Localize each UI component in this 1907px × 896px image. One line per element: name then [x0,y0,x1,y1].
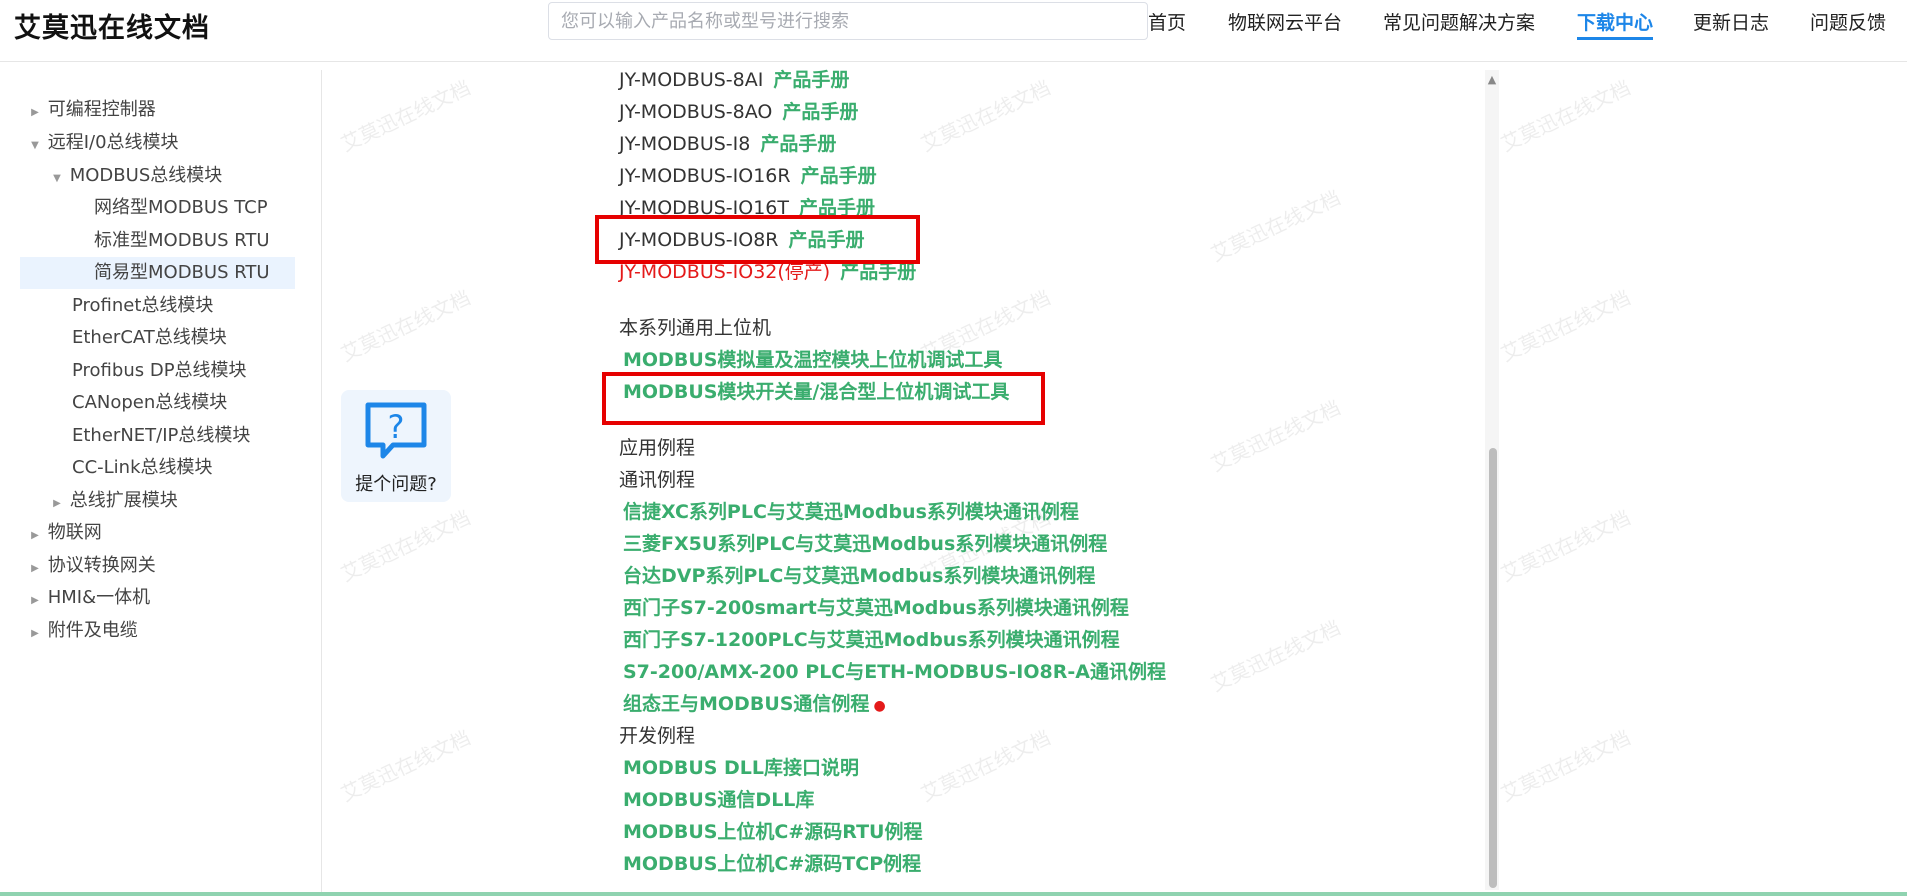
dev-example-link[interactable]: MODBUS DLL库接口说明 [623,754,859,782]
nav-changelog[interactable]: 更新日志 [1693,8,1769,35]
sidebar-item-label: 网络型MODBUS TCP [94,197,268,218]
watermark: 艾莫迅在线文档 [1497,285,1635,367]
scrollbar-thumb[interactable] [1489,448,1497,888]
manual-link[interactable]: 产品手册 [782,101,858,123]
model-name: JY-MODBUS-8AO [619,101,773,123]
manual-link[interactable]: 产品手册 [801,165,877,187]
highlight-box-host-tool [602,372,1045,425]
sidebar-item-label: 简易型MODBUS RTU [94,262,270,283]
sidebar-item-iot[interactable]: ▶ 物联网 [0,517,102,549]
caret-down-icon: ▼ [31,140,39,151]
manual-link[interactable]: 产品手册 [773,69,849,91]
nav-feedback[interactable]: 问题反馈 [1810,8,1886,35]
sidebar-item-label: EtherNET/IP总线模块 [72,425,251,446]
model-name: JY-MODBUS-I8 [619,133,751,155]
sidebar-item-label: Profinet总线模块 [72,295,214,316]
comm-example-link[interactable]: 三菱FX5U系列PLC与艾莫迅Modbus系列模块通讯例程 [623,530,1107,558]
sidebar-item-label: 物联网 [47,522,102,543]
sidebar-item-plc[interactable]: ▶ 可编程控制器 [0,94,156,126]
sidebar-item-label: 总线扩展模块 [69,490,178,511]
sidebar-item-label: 可编程控制器 [47,99,156,120]
sidebar-item-ethernet-ip[interactable]: EtherNET/IP总线模块 [0,420,250,452]
nav-iot-cloud[interactable]: 物联网云平台 [1228,8,1342,35]
sidebar-item-accessories[interactable]: ▶ 附件及电缆 [0,615,138,647]
main-content: JY-MODBUS-8AI 产品手册 JY-MODBUS-8AO 产品手册 JY-M… [322,62,1492,896]
search-input[interactable] [548,2,1148,40]
section-heading-dev: 开发例程 [619,725,696,747]
model-name: JY-MODBUS-8AI [619,69,764,91]
sidebar-item-label: CC-Link总线模块 [72,457,213,478]
model-name: JY-MODBUS-IO16R [619,165,791,187]
sidebar-item-profibus-dp[interactable]: Profibus DP总线模块 [0,355,247,387]
caret-right-icon: ▶ [31,107,39,118]
nav-faq-solutions[interactable]: 常见问题解决方案 [1383,8,1535,35]
watermark: 艾莫迅在线文档 [1497,725,1635,807]
scroll-up-arrow-icon[interactable]: ▲ [1485,74,1499,86]
section-heading-comm: 通讯例程 [619,469,696,491]
content-scrollbar[interactable]: ▲ [1485,70,1499,890]
sidebar-item-modbus-tcp[interactable]: 网络型MODBUS TCP [0,192,268,224]
caret-right-icon: ▶ [31,595,39,606]
caret-down-icon: ▼ [53,173,61,184]
sidebar-item-label: 远程I/0总线模块 [47,132,179,153]
nav-home[interactable]: 首页 [1148,8,1186,35]
model-row: JY-MODBUS-8AO 产品手册 [619,98,858,126]
sidebar-item-label: 附件及电缆 [47,620,138,641]
sidebar-item-remote-io[interactable]: ▼ 远程I/0总线模块 [0,127,179,159]
section-heading-app: 应用例程 [619,437,696,459]
model-row: JY-MODBUS-IO16R 产品手册 [619,162,877,190]
comm-example-row: 组态王与MODBUS通信例程 ● [623,690,886,720]
section-heading-host: 本系列通用上位机 [619,317,772,339]
sidebar-item-canopen[interactable]: CANopen总线模块 [0,387,227,419]
red-dot-icon: ● [873,698,886,714]
sidebar-item-label: HMI&一体机 [47,587,151,608]
caret-right-icon: ▶ [53,498,61,509]
sidebar-item-label: 协议转换网关 [47,555,156,576]
comm-example-link[interactable]: S7-200/AMX-200 PLC与ETH-MODBUS-IO8R-A通讯例程 [623,658,1166,686]
caret-right-icon: ▶ [31,530,39,541]
sidebar-item-bus-expansion[interactable]: ▶ 总线扩展模块 [0,485,178,517]
sidebar-item-profinet[interactable]: Profinet总线模块 [0,290,213,322]
watermark: 艾莫迅在线文档 [1497,505,1635,587]
model-name-discontinued: JY-MODBUS-IO32(停产) [619,261,831,283]
dev-example-link[interactable]: MODBUS上位机C#源码RTU例程 [623,818,922,846]
dev-example-link[interactable]: MODBUS通信DLL库 [623,786,814,814]
sidebar-item-modbus[interactable]: ▼ MODBUS总线模块 [0,160,222,192]
sidebar-tree: ▶ 可编程控制器 ▼ 远程I/0总线模块 ▼ MODBUS总线模块 网络型MOD… [0,70,322,896]
sidebar-item-label: CANopen总线模块 [72,392,228,413]
sidebar-item-modbus-rtu-standard[interactable]: 标准型MODBUS RTU [0,225,270,257]
sidebar-item-ethercat[interactable]: EtherCAT总线模块 [0,322,227,354]
manual-link[interactable]: 产品手册 [760,133,836,155]
sidebar-item-label: MODBUS总线模块 [69,165,223,186]
caret-right-icon: ▶ [31,628,39,639]
model-row: JY-MODBUS-I8 产品手册 [619,130,836,158]
bottom-border [0,892,1907,896]
sidebar-item-hmi[interactable]: ▶ HMI&一体机 [0,582,150,614]
comm-example-link[interactable]: 信捷XC系列PLC与艾莫迅Modbus系列模块通讯例程 [623,498,1079,526]
comm-example-link[interactable]: 西门子S7-200smart与艾莫迅Modbus系列模块通讯例程 [623,594,1129,622]
comm-example-link[interactable]: 组态王与MODBUS通信例程 [623,693,869,715]
comm-example-link[interactable]: 西门子S7-1200PLC与艾莫迅Modbus系列模块通讯例程 [623,626,1120,654]
top-header: 艾莫迅在线文档 首页 物联网云平台 常见问题解决方案 下载中心 更新日志 问题反… [0,0,1907,62]
site-logo[interactable]: 艾莫迅在线文档 [14,6,210,45]
watermark: 艾莫迅在线文档 [1497,75,1635,157]
highlight-box-io8r [595,215,920,264]
sidebar-item-label: EtherCAT总线模块 [72,327,227,348]
sidebar-item-cc-link[interactable]: CC-Link总线模块 [0,452,213,484]
nav-download-center[interactable]: 下载中心 [1577,8,1654,40]
sidebar-item-gateway[interactable]: ▶ 协议转换网关 [0,550,156,582]
sidebar-item-label: 标准型MODBUS RTU [94,230,270,251]
sidebar-item-label: Profibus DP总线模块 [72,360,247,381]
comm-example-link[interactable]: 台达DVP系列PLC与艾莫迅Modbus系列模块通讯例程 [623,562,1095,590]
host-tool-link[interactable]: MODBUS模拟量及温控模块上位机调试工具 [623,346,1002,374]
dev-example-link[interactable]: MODBUS上位机C#源码TCP例程 [623,850,921,878]
caret-right-icon: ▶ [31,563,39,574]
sidebar-item-modbus-rtu-simple[interactable]: 简易型MODBUS RTU [20,257,295,289]
manual-link[interactable]: 产品手册 [840,261,916,283]
model-row: JY-MODBUS-8AI 产品手册 [619,66,849,94]
